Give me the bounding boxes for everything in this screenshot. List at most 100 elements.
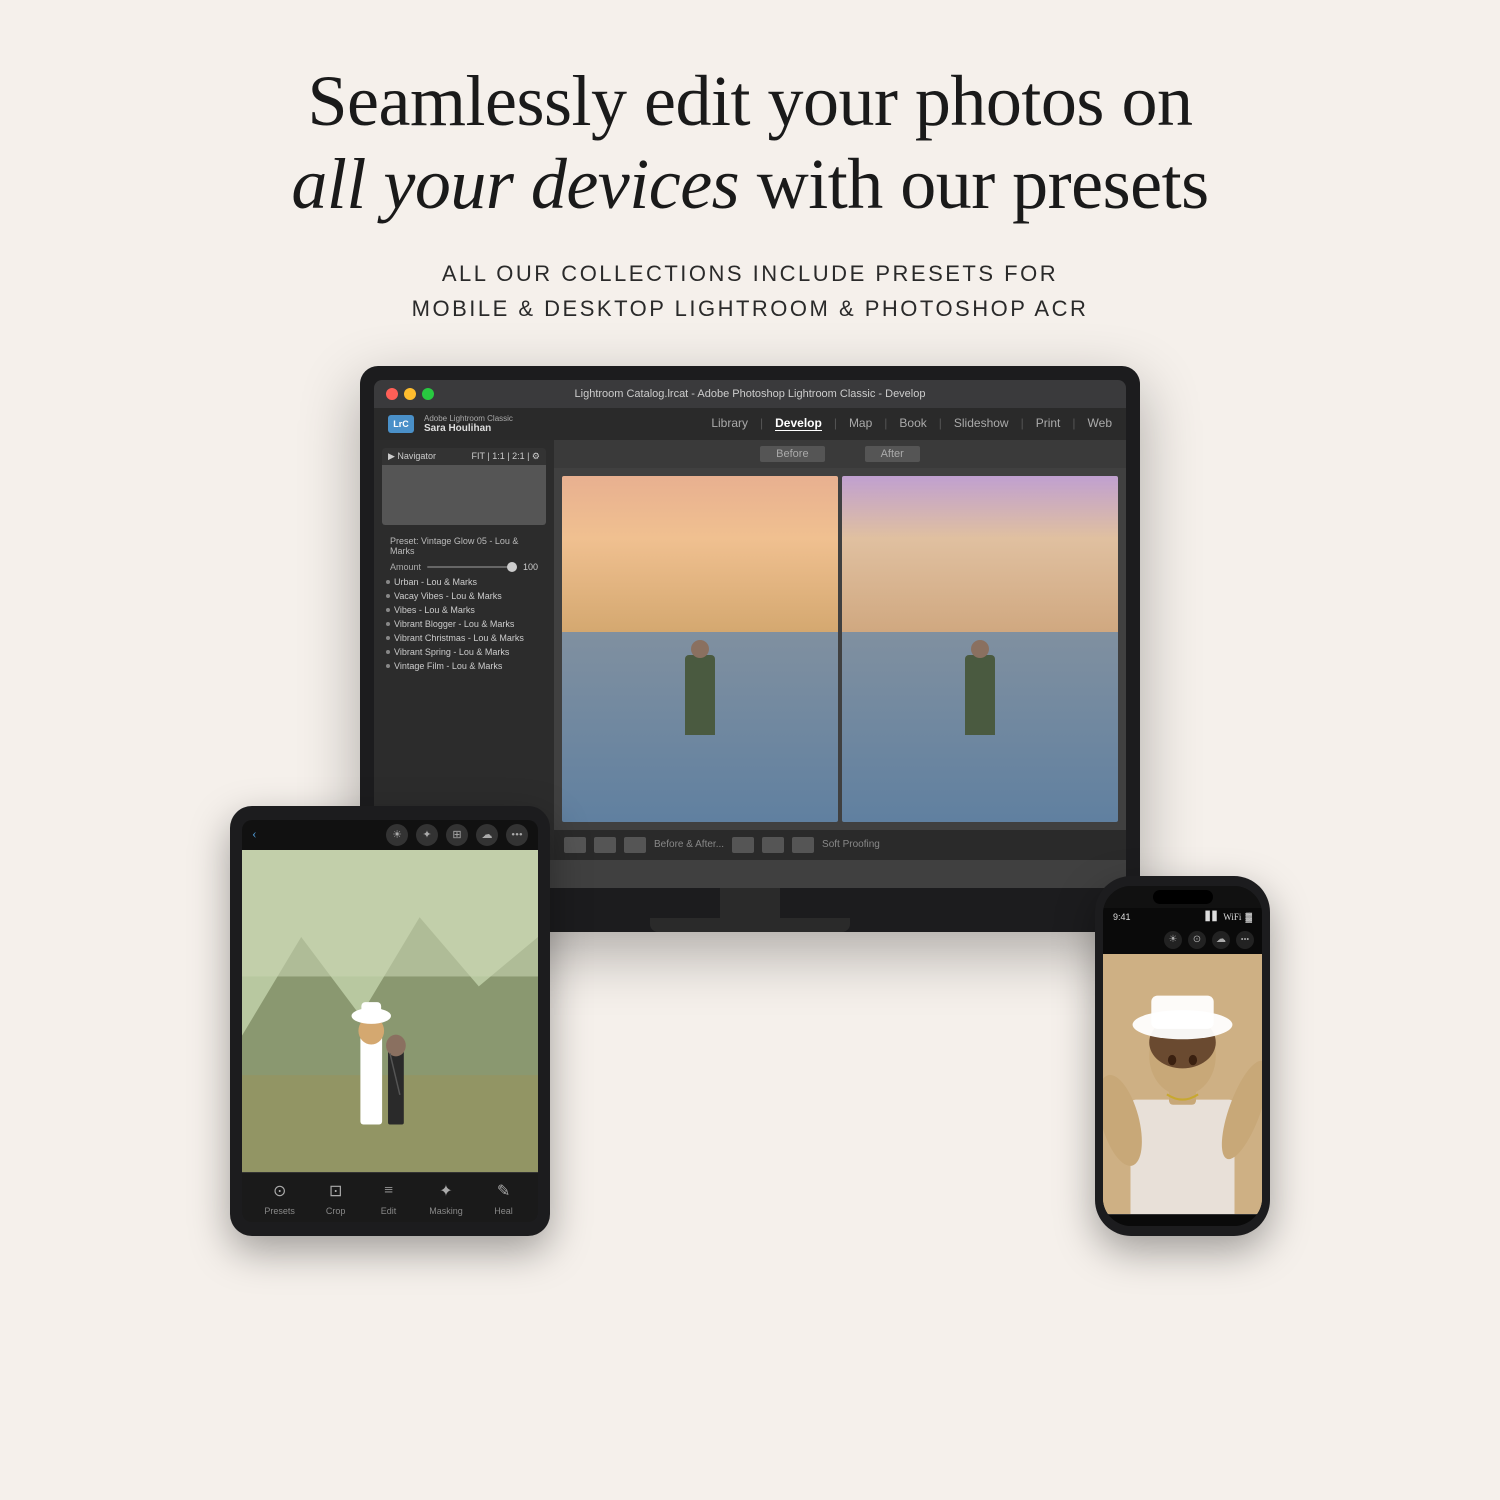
titlebar-text: Lightroom Catalog.lrcat - Adobe Photosho… bbox=[575, 388, 926, 400]
subtitle: ALL OUR COLLECTIONS INCLUDE PRESETS FOR … bbox=[291, 256, 1208, 326]
close-button-icon[interactable] bbox=[386, 388, 398, 400]
minimize-button-icon[interactable] bbox=[404, 388, 416, 400]
headline-italic: all your devices bbox=[291, 144, 739, 224]
preset-dot-icon bbox=[386, 636, 390, 640]
monitor-stand-neck bbox=[720, 888, 780, 918]
lr-navigator-panel: ▶ Navigator FIT | 1:1 | 2:1 | ⚙ bbox=[382, 448, 546, 525]
lr-soft-proofing-text: Soft Proofing bbox=[822, 839, 880, 850]
iphone-photo bbox=[1103, 954, 1262, 1214]
lr-before-after-text: Before & After... bbox=[654, 839, 724, 850]
crop-icon: ⊡ bbox=[324, 1179, 348, 1203]
iphone-cloud-icon[interactable]: ☁ bbox=[1212, 931, 1230, 949]
headline-title: Seamlessly edit your photos on all your … bbox=[291, 60, 1208, 226]
ipad-photo bbox=[242, 850, 538, 1172]
ipad-tool-edit[interactable]: ≡ Edit bbox=[376, 1179, 400, 1216]
list-item[interactable]: Vibrant Blogger - Lou & Marks bbox=[382, 617, 546, 631]
before-photo-sim bbox=[562, 476, 838, 822]
ipad-presets-label: Presets bbox=[264, 1206, 295, 1216]
lr-nav-library[interactable]: Library bbox=[711, 416, 748, 431]
iphone-tools-icon[interactable]: ⊙ bbox=[1188, 931, 1206, 949]
lr-photos-container bbox=[554, 468, 1126, 830]
ipad-icon-sun[interactable]: ☀ bbox=[386, 824, 408, 846]
ipad-icon-more[interactable]: ••• bbox=[506, 824, 528, 846]
lr-nav-print[interactable]: Print bbox=[1036, 416, 1061, 431]
preset-dot-icon bbox=[386, 608, 390, 612]
lr-preset-name-row: Preset: Vintage Glow 05 - Lou & Marks bbox=[382, 533, 546, 559]
lr-bottom-bar: Before & After... Soft Proofing bbox=[554, 830, 1126, 860]
ipad-masking-label: Masking bbox=[429, 1206, 463, 1216]
lr-bottom-btn-1[interactable] bbox=[564, 837, 586, 853]
portrait-photo-sim bbox=[1103, 954, 1262, 1214]
preset-dot-icon bbox=[386, 664, 390, 668]
lr-logo: LrC bbox=[388, 415, 414, 433]
iphone-device: 9:41 ▋▋ WiFi ▓ ☀ ⊙ ☁ ••• bbox=[1095, 876, 1270, 1236]
list-item[interactable]: Vacay Vibes - Lou & Marks bbox=[382, 589, 546, 603]
lr-topbar: LrC Adobe Lightroom Classic Sara Houliha… bbox=[374, 408, 1126, 440]
headline-suffix: with our presets bbox=[739, 144, 1208, 224]
lr-nav-slideshow[interactable]: Slideshow bbox=[954, 416, 1009, 431]
heal-icon: ✎ bbox=[492, 1179, 516, 1203]
ipad-toolbar-icons: ☀ ✦ ⊞ ☁ ••• bbox=[386, 824, 528, 846]
ipad-topbar: ‹ ☀ ✦ ⊞ ☁ ••• bbox=[242, 820, 538, 850]
iphone-more-icon[interactable]: ••• bbox=[1236, 931, 1254, 949]
presets-icon: ⊙ bbox=[268, 1179, 292, 1203]
ipad-tool-crop[interactable]: ⊡ Crop bbox=[324, 1179, 348, 1216]
lr-amount-slider[interactable] bbox=[427, 566, 517, 568]
notch-pill bbox=[1153, 890, 1213, 904]
list-item[interactable]: Vibrant Christmas - Lou & Marks bbox=[382, 631, 546, 645]
lr-bottom-btn-5[interactable] bbox=[762, 837, 784, 853]
preset-dot-icon bbox=[386, 594, 390, 598]
lr-before-after-labels: Before After bbox=[554, 440, 1126, 468]
lr-after-photo bbox=[842, 476, 1118, 822]
lr-before-label: Before bbox=[760, 446, 824, 462]
ipad-icon-cloud[interactable]: ☁ bbox=[476, 824, 498, 846]
lr-amount-row: Amount 100 bbox=[382, 559, 546, 575]
lr-main-area: ▶ Navigator FIT | 1:1 | 2:1 | ⚙ Preset: … bbox=[374, 440, 1126, 860]
ipad-back-icon[interactable]: ‹ bbox=[252, 827, 257, 843]
lr-nav: Library | Develop | Map | Book | Slidesh… bbox=[711, 416, 1112, 431]
ipad-tool-heal[interactable]: ✎ Heal bbox=[492, 1179, 516, 1216]
ipad-icon-layers[interactable]: ⊞ bbox=[446, 824, 468, 846]
lr-nav-web[interactable]: Web bbox=[1088, 416, 1112, 431]
wifi-icon: WiFi bbox=[1223, 912, 1241, 922]
iphone-notch bbox=[1103, 886, 1262, 908]
photo-figure-before bbox=[685, 655, 715, 735]
masking-icon: ✦ bbox=[434, 1179, 458, 1203]
headline-section: Seamlessly edit your photos on all your … bbox=[291, 0, 1208, 346]
ipad-tool-masking[interactable]: ✦ Masking bbox=[429, 1179, 463, 1216]
lr-user-info: Adobe Lightroom Classic Sara Houlihan bbox=[424, 414, 513, 434]
ipad-crop-label: Crop bbox=[326, 1206, 346, 1216]
list-item[interactable]: Vibes - Lou & Marks bbox=[382, 603, 546, 617]
list-item[interactable]: Vibrant Spring - Lou & Marks bbox=[382, 645, 546, 659]
list-item[interactable]: Vintage Film - Lou & Marks bbox=[382, 659, 546, 673]
lr-after-label: After bbox=[865, 446, 920, 462]
iphone-time: 9:41 bbox=[1113, 912, 1131, 922]
lr-bottom-btn-3[interactable] bbox=[624, 837, 646, 853]
lr-bottom-btn-6[interactable] bbox=[792, 837, 814, 853]
iphone-topbar-icons: ☀ ⊙ ☁ ••• bbox=[1103, 926, 1262, 954]
photo-sky-before bbox=[562, 476, 838, 632]
ipad-tool-presets[interactable]: ⊙ Presets bbox=[264, 1179, 295, 1216]
lr-nav-book[interactable]: Book bbox=[899, 416, 926, 431]
lr-username: Sara Houlihan bbox=[424, 423, 513, 434]
list-item[interactable]: Urban - Lou & Marks bbox=[382, 575, 546, 589]
lr-bottom-btn-4[interactable] bbox=[732, 837, 754, 853]
lr-presets-list: Urban - Lou & Marks Vacay Vibes - Lou & … bbox=[382, 575, 546, 673]
preset-dot-icon bbox=[386, 622, 390, 626]
battery-icon: ▓ bbox=[1245, 912, 1252, 922]
lr-bottom-btn-2[interactable] bbox=[594, 837, 616, 853]
lr-nav-map[interactable]: Map bbox=[849, 416, 872, 431]
ipad-icon-star[interactable]: ✦ bbox=[416, 824, 438, 846]
lr-navigator-header: ▶ Navigator FIT | 1:1 | 2:1 | ⚙ bbox=[382, 448, 546, 465]
lr-app-name: Adobe Lightroom Classic bbox=[424, 414, 513, 423]
photo-figure-after bbox=[965, 655, 995, 735]
lr-nav-develop[interactable]: Develop bbox=[775, 416, 822, 431]
ipad-device: ‹ ☀ ✦ ⊞ ☁ ••• bbox=[230, 806, 550, 1236]
iphone-status-bar: 9:41 ▋▋ WiFi ▓ bbox=[1103, 908, 1262, 926]
lr-preset-label: Preset: Vintage Glow 05 - Lou & Marks bbox=[390, 536, 538, 556]
signal-icon: ▋▋ bbox=[1205, 911, 1219, 922]
iphone-sun-icon[interactable]: ☀ bbox=[1164, 931, 1182, 949]
ipad-bottom-toolbar: ⊙ Presets ⊡ Crop ≡ Edit ✦ Masking ✎ He bbox=[242, 1172, 538, 1222]
maximize-button-icon[interactable] bbox=[422, 388, 434, 400]
lr-amount-value: 100 bbox=[523, 562, 538, 572]
